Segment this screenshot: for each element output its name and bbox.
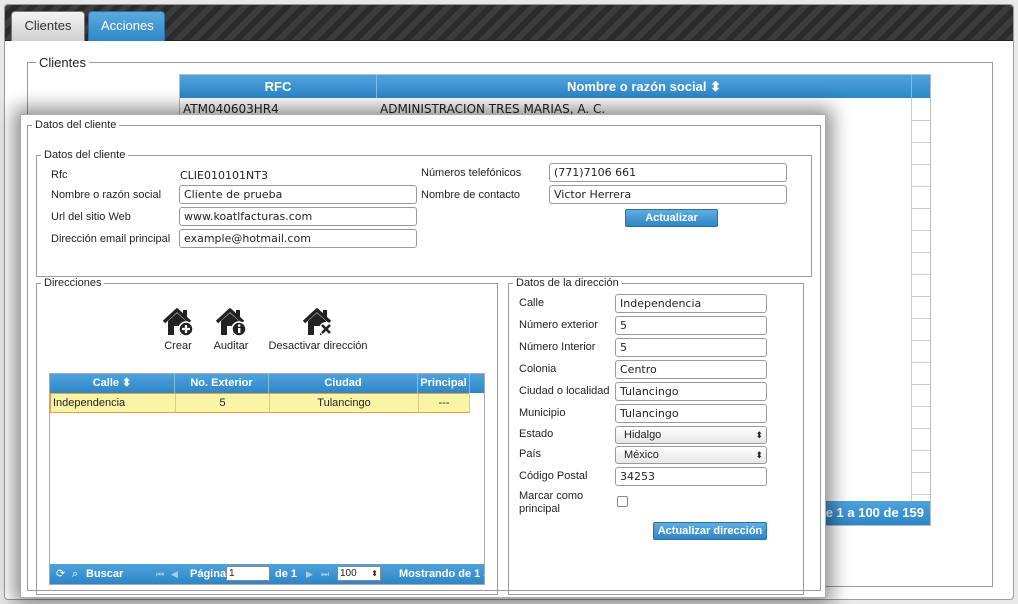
- page-size-value: 100: [340, 568, 357, 579]
- rfc-value: CLIE010101NT3: [180, 169, 268, 182]
- cell-ciudad: Tulancingo: [270, 394, 419, 412]
- addresses-fieldset: Direcciones Crear Auditar Desactivar dir…: [36, 277, 498, 595]
- clients-grid-header: RFC Nombre o razón social ⬍: [180, 75, 930, 98]
- municipio-field[interactable]: Tulancingo: [615, 404, 767, 423]
- addresses-grid: Calle ⬍ No. Exterior Ciudad Principal In…: [49, 373, 485, 585]
- create-address-button[interactable]: Crear: [153, 307, 203, 352]
- addresses-grid-scrollbar[interactable]: [469, 393, 484, 411]
- column-header-rfc[interactable]: RFC: [180, 75, 377, 98]
- next-page-icon[interactable]: ▶: [306, 564, 313, 584]
- colonia-field[interactable]: Centro: [615, 360, 767, 379]
- name-label: Nombre o razón social: [51, 189, 162, 201]
- num-ext-label: Número exterior: [519, 319, 598, 331]
- client-dialog-fieldset: Datos del cliente Datos del cliente Rfc …: [27, 119, 821, 595]
- colonia-label: Colonia: [519, 363, 557, 375]
- column-header-no-exterior[interactable]: No. Exterior: [175, 374, 269, 393]
- ciudad-label: Ciudad o localidad: [519, 385, 610, 397]
- deactivate-address-label: Desactivar dirección: [268, 340, 368, 352]
- deactivate-address-button[interactable]: Desactivar dirección: [263, 307, 373, 352]
- principal-checkbox[interactable]: [617, 496, 628, 507]
- page-size-select[interactable]: 100 ⬍: [337, 566, 381, 581]
- cp-field[interactable]: 34253: [615, 467, 767, 486]
- page-count: de 1: [275, 568, 298, 580]
- search-button[interactable]: Buscar: [86, 564, 123, 584]
- estado-select[interactable]: Hidalgo ⬍: [615, 426, 767, 444]
- update-client-button[interactable]: Actualizar: [625, 209, 718, 227]
- last-page-icon[interactable]: ⏭: [321, 564, 329, 584]
- first-page-icon[interactable]: ⏮: [156, 564, 164, 584]
- pais-select[interactable]: México ⬍: [615, 446, 767, 464]
- ciudad-field[interactable]: Tulancingo: [615, 382, 767, 401]
- email-field[interactable]: example@hotmail.com: [179, 229, 417, 248]
- cp-label: Código Postal: [519, 470, 588, 482]
- contact-label: Nombre de contacto: [421, 189, 521, 201]
- cell-calle: Independencia: [51, 394, 176, 412]
- rfc-label: Rfc: [51, 169, 68, 181]
- page-input[interactable]: 1: [226, 566, 270, 581]
- column-header-calle[interactable]: Calle ⬍: [50, 374, 175, 393]
- pais-label: País: [519, 448, 542, 460]
- addresses-legend: Direcciones: [44, 277, 102, 289]
- phones-label: Números telefónicos: [421, 167, 522, 179]
- email-label: Dirección email principal: [51, 233, 171, 245]
- principal-label-line2: principal: [519, 503, 560, 515]
- page-label: Página: [190, 568, 227, 580]
- column-header-ciudad[interactable]: Ciudad: [269, 374, 418, 393]
- url-field[interactable]: www.koatlfacturas.com: [179, 207, 417, 226]
- house-info-icon: [215, 308, 247, 337]
- audit-address-button[interactable]: Auditar: [205, 307, 257, 352]
- estado-value: Hidalgo: [624, 429, 662, 441]
- name-field[interactable]: Cliente de prueba: [179, 185, 417, 204]
- client-dialog-legend: Datos del cliente: [35, 119, 117, 131]
- client-data-fieldset: Datos del cliente Rfc CLIE010101NT3 Nomb…: [36, 149, 812, 277]
- audit-address-label: Auditar: [213, 340, 249, 352]
- chevron-down-icon: ⬍: [755, 450, 763, 460]
- addresses-grid-header: Calle ⬍ No. Exterior Ciudad Principal: [50, 374, 484, 393]
- tab-bar: Clientes Acciones: [5, 5, 1013, 41]
- column-header-principal[interactable]: Principal: [418, 374, 470, 393]
- chevron-down-icon: ⬍: [371, 569, 378, 578]
- num-ext-field[interactable]: 5: [615, 316, 767, 335]
- update-address-button[interactable]: Actualizar dirección: [653, 522, 767, 540]
- pais-value: México: [624, 449, 659, 461]
- refresh-icon[interactable]: ⟳: [56, 564, 65, 584]
- showing-text: Mostrando de 1 a: [399, 568, 484, 580]
- client-dialog: Datos del cliente Datos del cliente Rfc …: [20, 114, 826, 598]
- address-detail-fieldset: Datos de la dirección Calle Independenci…: [508, 277, 804, 595]
- tab-clientes[interactable]: Clientes: [11, 11, 85, 41]
- column-header-name[interactable]: Nombre o razón social ⬍: [377, 75, 912, 98]
- search-icon[interactable]: ⌕: [72, 564, 78, 584]
- contact-field[interactable]: Victor Herrera: [549, 185, 787, 204]
- addresses-grid-footer: ⟳ ⌕ Buscar ⏮ ◀ Página 1 de 1 ▶ ⏭ 100 ⬍ Mo…: [50, 564, 484, 584]
- house-remove-icon: [302, 308, 333, 336]
- phones-field[interactable]: (771)7106 661: [549, 163, 787, 182]
- estado-label: Estado: [519, 428, 554, 440]
- create-address-label: Crear: [164, 340, 192, 352]
- clients-grid-scrollbar[interactable]: [911, 98, 930, 501]
- calle-field[interactable]: Independencia: [615, 294, 767, 313]
- url-label: Url del sitio Web: [51, 211, 131, 223]
- prev-page-icon[interactable]: ◀: [171, 564, 178, 584]
- house-add-icon: [162, 308, 194, 337]
- cell-no-exterior: 5: [176, 394, 270, 412]
- client-data-legend: Datos del cliente: [44, 149, 126, 161]
- clients-legend: Clientes: [39, 55, 86, 70]
- chevron-down-icon: ⬍: [755, 430, 763, 440]
- cell-principal: ---: [438, 397, 450, 409]
- principal-label-line1: Marcar como: [519, 490, 584, 502]
- calle-label: Calle: [519, 297, 545, 309]
- municipio-label: Municipio: [519, 407, 566, 419]
- tab-acciones[interactable]: Acciones: [88, 11, 165, 41]
- num-int-label: Número Interior: [519, 341, 596, 353]
- table-row[interactable]: Independencia 5 Tulancingo ---: [50, 393, 470, 413]
- num-int-field[interactable]: 5: [615, 338, 767, 357]
- address-detail-legend: Datos de la dirección: [516, 277, 619, 289]
